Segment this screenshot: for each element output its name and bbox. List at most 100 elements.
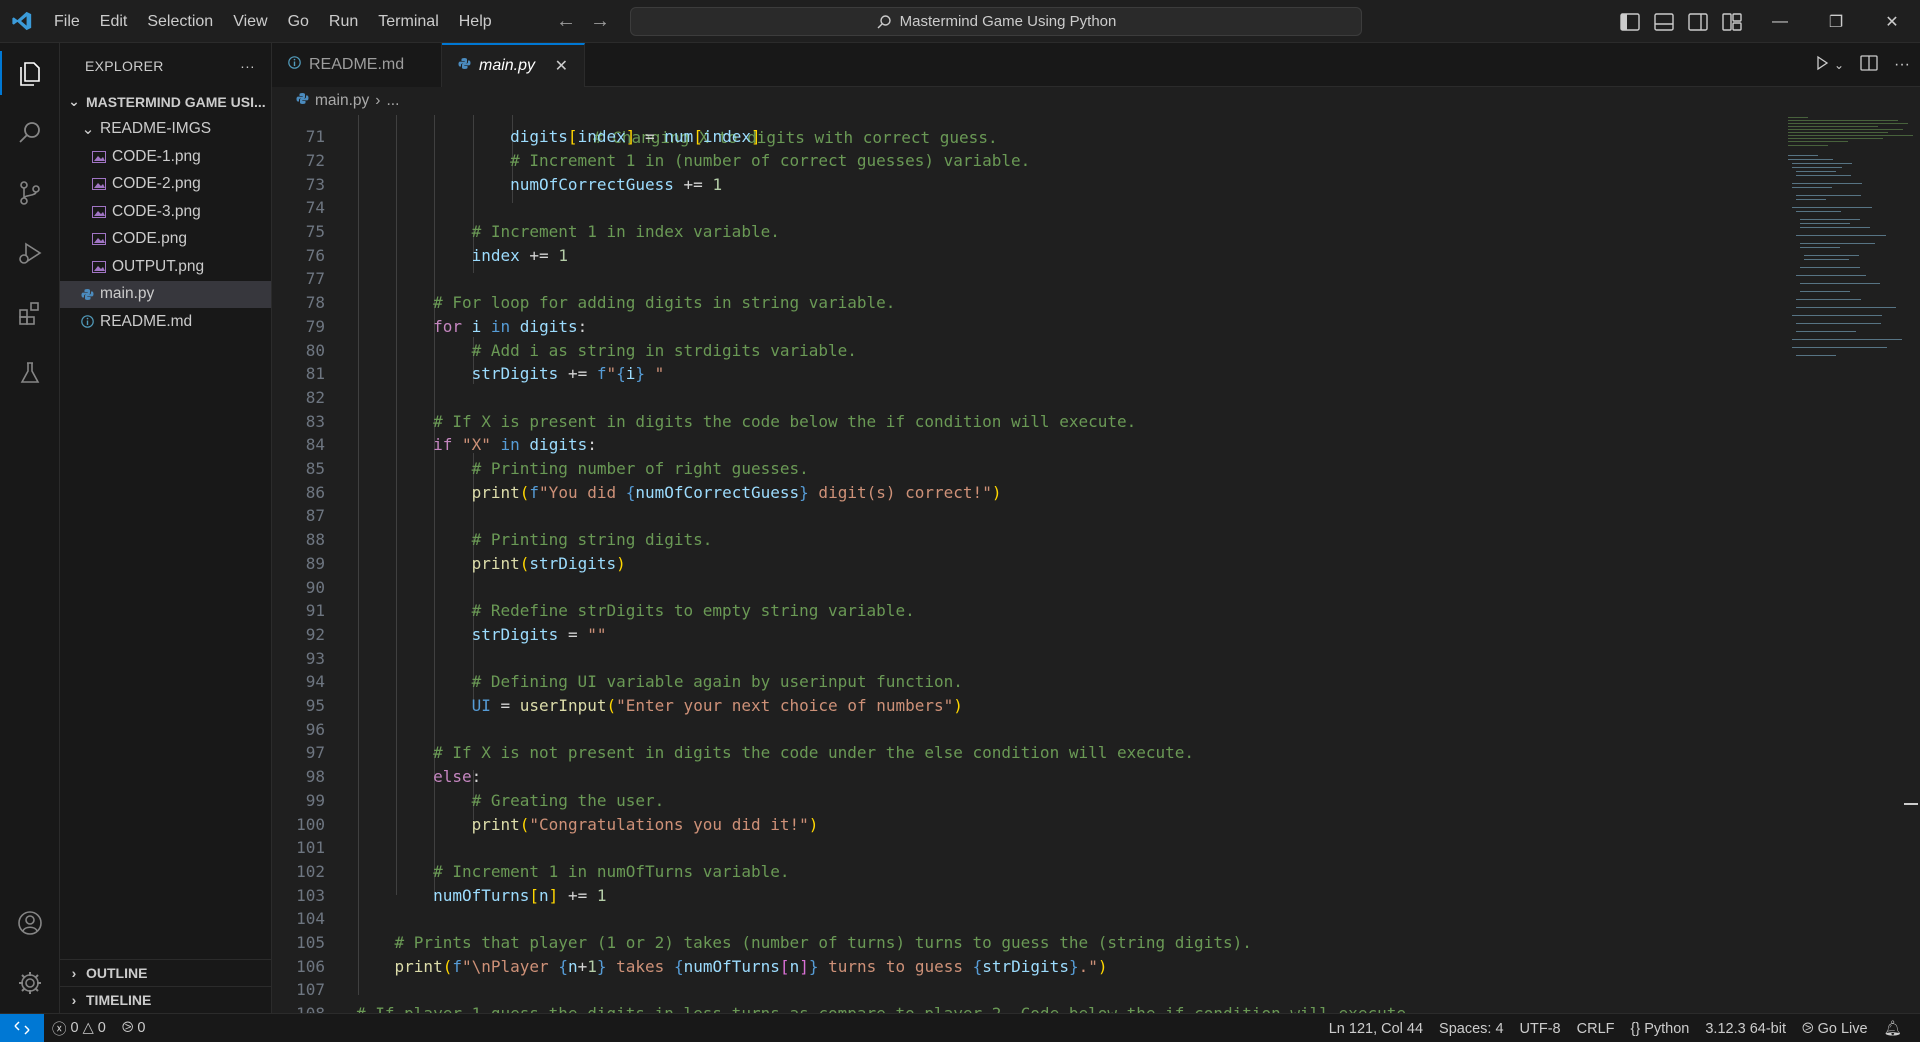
encoding[interactable]: UTF-8 (1512, 1021, 1569, 1037)
status-bar: ⓧ 0 △ 0 ⧁ 0 Ln 121, Col 44 Spaces: 4 UTF… (0, 1013, 1920, 1042)
chevron-right-icon: › (71, 965, 77, 981)
source-control-icon[interactable] (0, 163, 60, 223)
outline-section[interactable]: › OUTLINE (60, 959, 271, 986)
restore-icon[interactable]: ❐ (1808, 0, 1864, 43)
image-file-icon (90, 178, 108, 191)
editor-actions: ⌄ ··· (1814, 43, 1910, 87)
search-icon (877, 14, 891, 28)
split-editor-icon[interactable] (1860, 54, 1878, 76)
code-line-74: 74 (305, 198, 325, 218)
code-line-95: 95 UI = userInput("Enter your next choic… (305, 696, 963, 715)
menu-file[interactable]: File (44, 0, 90, 43)
code-line-84: 84 if "X" in digits: (305, 435, 597, 455)
explorer-title: EXPLORER (85, 57, 164, 74)
tree-file-code-2[interactable]: CODE-2.png (60, 171, 271, 199)
chevron-down-icon: ⌄ (81, 120, 95, 138)
toggle-primary-sidebar-icon[interactable] (1620, 12, 1640, 31)
sidebar-bottom-sections: › OUTLINE › TIMELINE (60, 959, 271, 1013)
code-line-71: 71 digits[index] = num[index] (305, 127, 761, 147)
go-live-button[interactable]: ⧁ Go Live (1794, 1021, 1876, 1037)
customize-layout-icon[interactable] (1722, 12, 1742, 31)
more-actions-icon[interactable]: ··· (1894, 56, 1910, 74)
run-dropdown-chevron-icon[interactable]: ⌄ (1834, 58, 1844, 72)
search-icon[interactable] (0, 103, 60, 163)
ports-indicator[interactable]: ⧁ 0 (114, 1020, 154, 1036)
close-window-icon[interactable]: ✕ (1864, 0, 1920, 43)
folder-label: README-IMGS (100, 120, 212, 138)
menu-terminal[interactable]: Terminal (368, 0, 448, 43)
close-tab-icon[interactable]: ✕ (555, 56, 568, 76)
more-actions-icon[interactable]: ··· (240, 58, 255, 74)
toggle-secondary-sidebar-icon[interactable] (1688, 12, 1708, 31)
python-interpreter[interactable]: 3.12.3 64-bit (1697, 1021, 1794, 1037)
notifications-bell-icon[interactable]: 🔔︎ (1876, 1020, 1910, 1037)
status-bar-right: Ln 121, Col 44 Spaces: 4 UTF-8 CRLF {} P… (1321, 1014, 1910, 1042)
code-line-81: 81 strDigits += f"{i} " (305, 364, 665, 384)
timeline-section[interactable]: › TIMELINE (60, 986, 271, 1013)
code-line-97: 97 # If X is not present in digits the c… (305, 743, 1195, 763)
code-line-88: 88 # Printing string digits. (305, 530, 713, 550)
toggle-panel-icon[interactable] (1654, 12, 1674, 31)
problems-indicator[interactable]: ⓧ 0 △ 0 (44, 1018, 114, 1039)
menu-bar: File Edit Selection View Go Run Terminal… (44, 0, 502, 43)
menu-edit[interactable]: Edit (90, 0, 138, 43)
back-arrow-icon[interactable]: ← (556, 10, 576, 33)
menu-view[interactable]: View (223, 0, 277, 43)
tree-file-code-1[interactable]: CODE-1.png (60, 143, 271, 171)
cursor-position[interactable]: Ln 121, Col 44 (1321, 1021, 1431, 1037)
timeline-label: TIMELINE (86, 992, 152, 1008)
file-label: main.py (100, 285, 155, 303)
code-line-91: 91 # Redefine strDigits to empty string … (305, 601, 915, 621)
minimap[interactable] (1784, 115, 1914, 375)
info-icon (78, 315, 96, 329)
extensions-icon[interactable] (0, 283, 60, 343)
tree-file-readme-md[interactable]: README.md (60, 308, 271, 336)
image-file-icon (90, 260, 108, 273)
tree-file-main-py[interactable]: main.py (60, 280, 271, 308)
code-line-103: 103 numOfTurns[n] += 1 (296, 885, 607, 905)
code-line-92: 92 strDigits = "" (305, 624, 607, 644)
menu-go[interactable]: Go (278, 0, 319, 43)
breadcrumb-symbol[interactable]: ... (386, 92, 399, 110)
accounts-icon[interactable] (0, 893, 60, 953)
tab-main-py[interactable]: main.py ✕ (442, 43, 585, 87)
code-line-73: 73 numOfCorrectGuess += 1 (305, 174, 723, 194)
settings-gear-icon[interactable] (0, 953, 60, 1013)
tree-file-output[interactable]: OUTPUT.png (60, 253, 271, 281)
tree-folder-readme-imgs[interactable]: ⌄ README-IMGS (60, 116, 271, 144)
code-editor[interactable]: # Changing X to digits with correct gues… (272, 115, 1920, 1013)
breadcrumb-file[interactable]: main.py (315, 92, 369, 110)
language-label: Python (1644, 1020, 1690, 1037)
menu-selection[interactable]: Selection (137, 0, 223, 43)
tree-file-code[interactable]: CODE.png (60, 226, 271, 254)
workspace-root-label: MASTERMIND GAME USI... (86, 93, 266, 110)
explorer-icon[interactable] (0, 43, 60, 103)
forward-arrow-icon[interactable]: → (590, 10, 610, 33)
info-icon (288, 56, 301, 74)
code-line-85: 85 # Printing number of right guesses. (305, 459, 809, 478)
scrollbar-cursor-marker (1904, 803, 1918, 805)
code-line-96: 96 (305, 719, 325, 739)
run-python-file-icon[interactable] (1814, 55, 1830, 76)
run-debug-icon[interactable] (0, 223, 60, 283)
indentation[interactable]: Spaces: 4 (1431, 1021, 1512, 1037)
tab-label: main.py (479, 57, 536, 74)
language-mode[interactable]: {} Python (1623, 1021, 1698, 1037)
testing-icon[interactable] (0, 343, 60, 403)
tab-readme[interactable]: README.md (272, 43, 442, 87)
code-line-77: 77 (305, 269, 325, 289)
menu-run[interactable]: Run (319, 0, 368, 43)
workspace-root-folder[interactable]: ⌄ MASTERMIND GAME USI... (60, 88, 271, 116)
end-of-line[interactable]: CRLF (1569, 1021, 1623, 1037)
code-line-87: 87 (305, 506, 325, 526)
remote-window-icon[interactable] (0, 1013, 44, 1042)
image-file-icon (90, 205, 108, 218)
code-line-76: 76 index += 1 (305, 245, 568, 265)
menu-help[interactable]: Help (449, 0, 502, 43)
chevron-right-icon: › (71, 992, 77, 1008)
tree-file-code-3[interactable]: CODE-3.png (60, 198, 271, 226)
minimize-icon[interactable]: — (1752, 0, 1808, 43)
warning-count: 0 (97, 1020, 106, 1036)
outline-label: OUTLINE (86, 965, 148, 981)
command-center-search[interactable]: Mastermind Game Using Python (630, 7, 1362, 36)
